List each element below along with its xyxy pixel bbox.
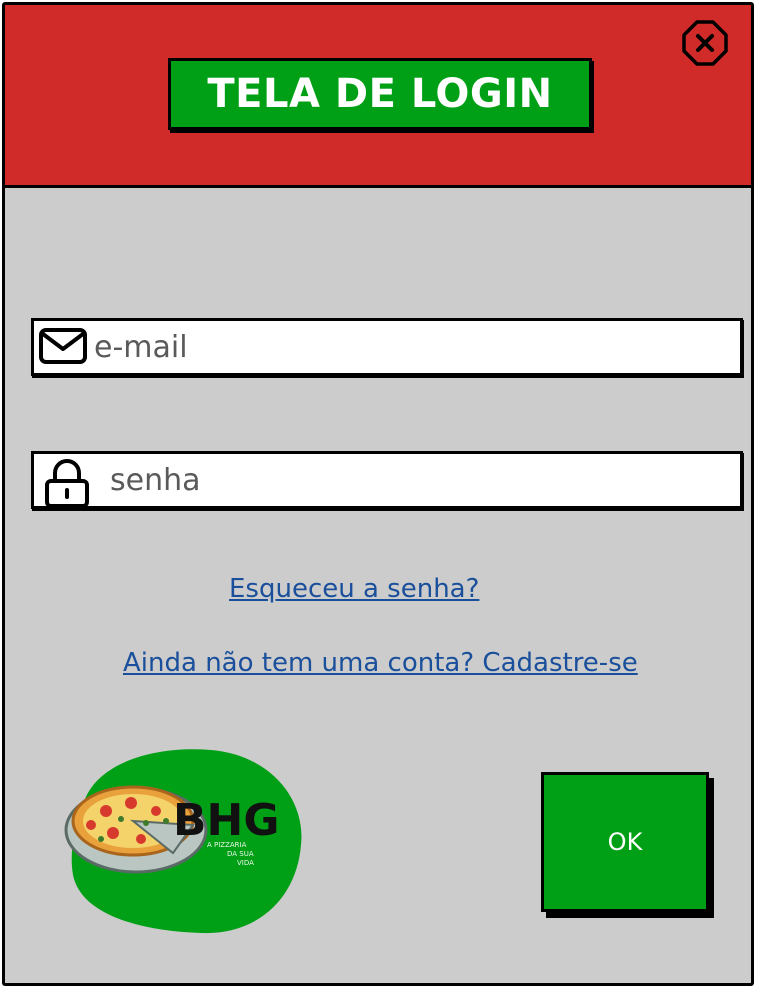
padlock-icon — [45, 459, 89, 508]
password-field[interactable] — [31, 451, 743, 509]
password-input[interactable] — [110, 454, 724, 506]
brand-name: BHG — [173, 795, 279, 846]
page-title: TELA DE LOGIN — [207, 71, 553, 117]
close-icon — [682, 20, 728, 66]
pizza-logo-graphic: BHG A PIZZARIA DA SUA VIDA — [64, 749, 302, 934]
tagline-line-3: VIDA — [237, 859, 254, 867]
email-input[interactable] — [94, 321, 724, 373]
brand-logo: BHG A PIZZARIA DA SUA VIDA — [61, 745, 305, 937]
tagline-line-2: DA SUA — [227, 850, 254, 858]
tagline-line-1: A PIZZARIA — [207, 841, 247, 849]
header-bar: TELA DE LOGIN — [5, 5, 751, 188]
close-button[interactable] — [681, 19, 729, 67]
forgot-password-link[interactable]: Esqueceu a senha? — [229, 574, 479, 604]
envelope-icon — [39, 328, 87, 364]
signup-link[interactable]: Ainda não tem uma conta? Cadastre-se — [123, 648, 638, 678]
title-banner: TELA DE LOGIN — [168, 58, 592, 130]
email-field[interactable] — [31, 318, 743, 376]
ok-button[interactable]: OK — [541, 772, 709, 912]
ok-button-label: OK — [607, 828, 643, 856]
login-window: TELA DE LOGIN Esqueceu a senha? Ainda nã… — [2, 2, 754, 986]
